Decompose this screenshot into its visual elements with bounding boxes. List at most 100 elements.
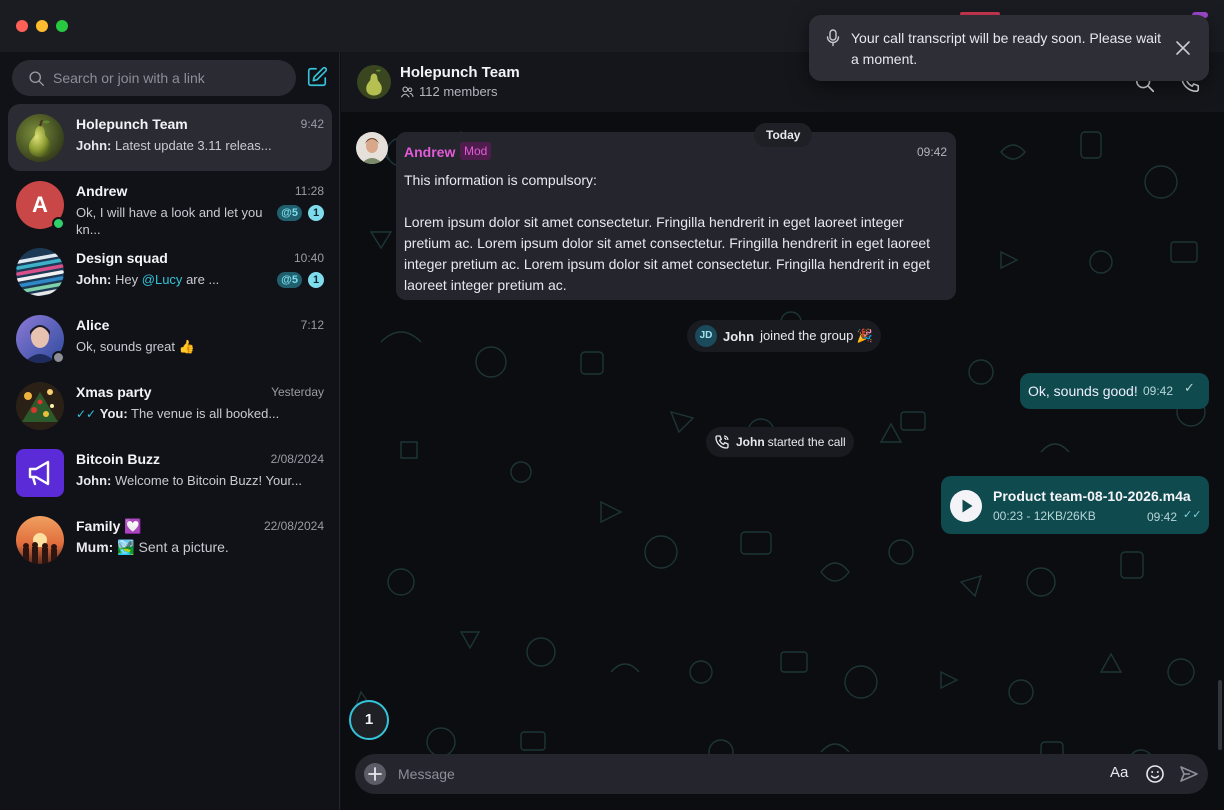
message-time: 09:42	[1143, 384, 1174, 398]
chat-time: Yesterday	[271, 385, 324, 399]
chat-item-holepunch-team[interactable]: Holepunch Team 9:42 John: Latest update …	[8, 104, 332, 171]
chat-preview: John: Latest update 3.11 releas...	[76, 137, 276, 154]
role-badge: Mod	[460, 142, 492, 160]
sent-check-icon: ✓	[1184, 380, 1195, 395]
mention-badge: @5	[277, 205, 302, 221]
preview-text: 🏞️ Sent a picture.	[117, 539, 229, 555]
audio-file-name: Product team-08-10-2026.m4a	[993, 488, 1191, 504]
close-window-button[interactable]	[16, 20, 28, 32]
day-separator: Today	[754, 123, 813, 147]
preview-text: Hey	[115, 272, 139, 287]
preview-text: Latest update 3.11 releas...	[115, 138, 272, 153]
chat-name: Xmas party	[76, 384, 152, 400]
emoji-icon[interactable]	[1145, 764, 1165, 784]
search-input[interactable]	[53, 70, 283, 86]
chat-preview: Ok, I will have a look and let you kn...	[76, 205, 263, 237]
read-receipt-icon: ✓✓	[1183, 509, 1202, 521]
unread-badge: 1	[308, 272, 324, 288]
sidebar: Holepunch Team 9:42 John: Latest update …	[0, 52, 340, 810]
mention-badge: @5	[277, 272, 302, 288]
minimize-window-button[interactable]	[36, 20, 48, 32]
message-time: 09:42	[1147, 510, 1178, 524]
microphone-icon	[826, 29, 840, 47]
chat-item-alice[interactable]: Alice 7:12 Ok, sounds great 👍	[8, 305, 332, 372]
chat-time: 7:12	[300, 318, 324, 332]
megaphone-icon	[28, 460, 50, 486]
avatar	[16, 516, 64, 564]
preview-sender: John:	[76, 473, 112, 488]
toast-message: Your call transcript will be ready soon.…	[851, 30, 1161, 67]
message-text: This information is compulsory: Lorem ip…	[404, 172, 931, 293]
chat-name: Design squad	[76, 250, 168, 266]
chat-preview: Mum: 🏞️ Sent a picture.	[76, 539, 276, 556]
chat-item-xmas-party[interactable]: Xmas party Yesterday ✓✓ You: The venue i…	[8, 372, 332, 439]
chat-time: 9:42	[300, 117, 324, 131]
chat-name: Family 💟	[76, 518, 142, 534]
message-sender[interactable]: Andrew	[404, 144, 455, 160]
avatar: JD	[695, 325, 717, 347]
audio-message-bubble[interactable]: Product team-08-10-2026.m4a 00:23 - 12KB…	[941, 476, 1209, 534]
text-format-button[interactable]: Aa	[1110, 764, 1128, 781]
conversation-title[interactable]: Holepunch Team	[400, 64, 520, 81]
preview-mention[interactable]: @Lucy	[142, 272, 183, 287]
chat-preview: John: Hey @Lucy are ...	[76, 271, 276, 288]
avatar	[16, 449, 64, 497]
preview-text: Welcome to Bitcoin Buzz! Your...	[115, 473, 302, 488]
avatar[interactable]	[356, 132, 388, 164]
chat-preview: Ok, sounds great 👍	[76, 339, 195, 354]
app-window: Holepunch Team 9:42 John: Latest update …	[0, 0, 1224, 810]
system-message-joined: JD John joined the group 🎉	[687, 320, 882, 352]
chat-preview: John: Welcome to Bitcoin Buzz! Your...	[76, 472, 316, 489]
online-status-dot	[52, 217, 65, 230]
play-button[interactable]	[950, 490, 982, 522]
chat-time: 2/08/2024	[270, 452, 324, 466]
message-text: Ok, sounds good!	[1028, 383, 1138, 399]
phone-call-icon	[715, 435, 729, 449]
preview-sender: John:	[76, 272, 112, 287]
unread-messages-button[interactable]: 1	[349, 700, 389, 740]
unread-badge: 1	[308, 205, 324, 221]
preview-text: are ...	[186, 272, 220, 287]
audio-meta: 00:23 - 12KB/26KB	[993, 509, 1096, 523]
search-bar[interactable]	[12, 60, 296, 96]
scrollbar[interactable]	[1218, 680, 1222, 750]
chat-time: 11:28	[294, 184, 324, 198]
message-composer: Aa	[355, 754, 1208, 794]
chat-name: Alice	[76, 317, 110, 333]
system-message-call: John started the call	[706, 427, 854, 457]
send-icon[interactable]	[1179, 764, 1199, 784]
avatar	[16, 114, 64, 162]
attach-button[interactable]	[364, 763, 386, 785]
message-bubble[interactable]: Andrew Mod 09:42 This information is com…	[396, 132, 956, 300]
chat-item-bitcoin-buzz[interactable]: Bitcoin Buzz 2/08/2024 John: Welcome to …	[8, 439, 332, 506]
chat-name: Holepunch Team	[76, 116, 188, 132]
group-avatar[interactable]	[357, 65, 391, 99]
outgoing-message-bubble[interactable]: Ok, sounds good! 09:42 ✓	[1020, 373, 1209, 409]
message-input[interactable]	[398, 764, 1098, 784]
members-icon	[400, 86, 414, 98]
avatar	[16, 382, 64, 430]
search-icon	[29, 70, 44, 86]
member-count-text: 112 members	[419, 84, 498, 99]
chat-item-design-squad[interactable]: Design squad 10:40 John: Hey @Lucy are .…	[8, 238, 332, 305]
message-time: 09:42	[916, 145, 947, 159]
chat-list: Holepunch Team 9:42 John: Latest update …	[0, 104, 340, 573]
chat-item-family[interactable]: Family 💟 22/08/2024 Mum: 🏞️ Sent a pictu…	[8, 506, 332, 573]
avatar	[16, 248, 64, 296]
preview-sender: You:	[99, 406, 128, 421]
chat-item-andrew[interactable]: A Andrew 11:28 Ok, I will have a look an…	[8, 171, 332, 238]
system-actor: John	[723, 328, 755, 344]
system-actor: John	[736, 435, 765, 449]
member-count[interactable]: 112 members	[400, 84, 498, 99]
chat-time: 10:40	[293, 251, 324, 265]
zoom-window-button[interactable]	[56, 20, 68, 32]
offline-status-dot	[52, 351, 65, 364]
transcript-toast: Your call transcript will be ready soon.…	[809, 15, 1209, 81]
chat-name: Bitcoin Buzz	[76, 451, 160, 467]
conversation-pane: Holepunch Team 112 members Andrew Mod 09…	[341, 52, 1224, 810]
compose-icon[interactable]	[306, 66, 328, 88]
system-text: joined the group 🎉	[760, 328, 874, 343]
close-icon[interactable]	[1175, 40, 1191, 56]
system-text: started the call	[767, 435, 846, 449]
read-receipt-icon: ✓✓	[76, 407, 97, 421]
